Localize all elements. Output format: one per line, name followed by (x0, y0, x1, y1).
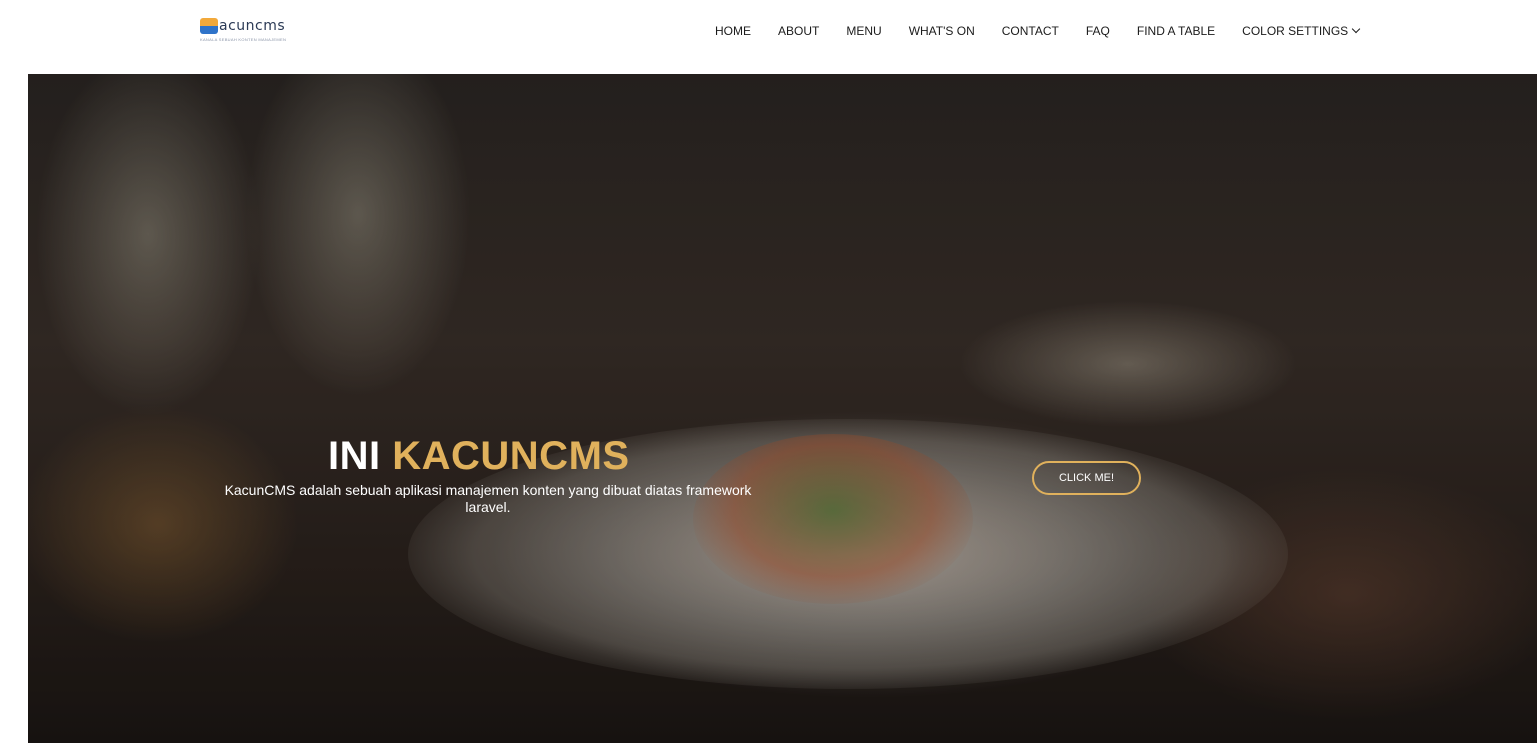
logo-text: acuncms (219, 18, 286, 34)
nav-item-home[interactable]: HOME (715, 24, 751, 38)
logo-row: acuncms (200, 18, 286, 34)
nav-item-about[interactable]: ABOUT (778, 24, 819, 38)
chevron-down-icon (1351, 24, 1361, 34)
hero-title-accent: KACUNCMS (392, 434, 630, 478)
click-me-button[interactable]: CLICK ME! (1032, 461, 1141, 495)
hero-title: INI KACUNCMS (328, 434, 630, 479)
nav-item-menu[interactable]: MENU (846, 24, 881, 38)
site-logo[interactable]: acuncms KANALA SEBUAH KONTEN MANAJEMEN (200, 18, 286, 42)
color-settings-label: COLOR SETTINGS (1242, 24, 1349, 38)
hero-subtitle: KacunCMS adalah sebuah aplikasi manajeme… (224, 482, 752, 515)
nav-item-whats-on[interactable]: WHAT'S ON (909, 24, 975, 38)
nav-item-color-settings[interactable]: COLOR SETTINGS (1242, 24, 1361, 38)
logo-tagline: KANALA SEBUAH KONTEN MANAJEMEN (200, 37, 287, 42)
nav-item-contact[interactable]: CONTACT (1002, 24, 1059, 38)
nav-item-find-a-table[interactable]: FIND A TABLE (1137, 24, 1215, 38)
top-navbar: acuncms KANALA SEBUAH KONTEN MANAJEMEN H… (0, 0, 1537, 74)
nav-item-faq[interactable]: FAQ (1086, 24, 1110, 38)
hero-overlay (28, 74, 1537, 743)
hero-title-main: INI (328, 434, 381, 478)
hero-banner: INI KACUNCMS KacunCMS adalah sebuah apli… (28, 74, 1537, 743)
logo-mark-icon (200, 18, 218, 34)
main-nav: HOME ABOUT MENU WHAT'S ON CONTACT FAQ FI… (715, 24, 1361, 38)
